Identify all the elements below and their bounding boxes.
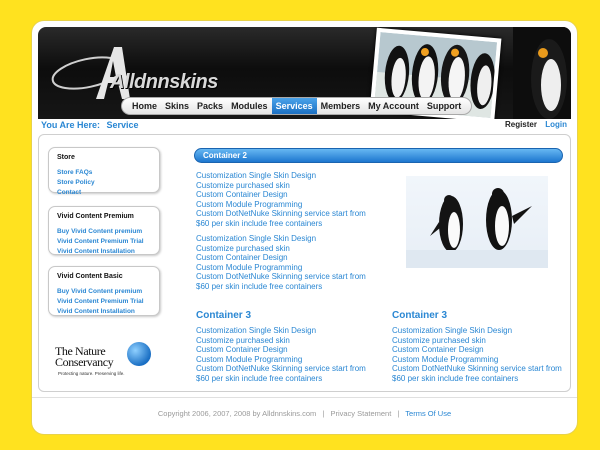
login-link[interactable]: Login — [545, 120, 567, 129]
sidebar-basic-box: Vivid Content Basic Buy Vivid Content pr… — [48, 266, 160, 316]
penguins-image — [406, 176, 548, 268]
container3-right-title: Container 3 — [392, 310, 448, 321]
user-links: Register Login — [505, 120, 567, 129]
breadcrumb: You Are Here: Service — [41, 120, 139, 130]
list-item[interactable]: Custom Container Design — [196, 253, 366, 263]
list-item[interactable]: Customization Single Skin Design — [392, 326, 562, 336]
nature-logo-text: The Nature Conservancy — [55, 344, 114, 369]
site-footer: Copyright 2006, 2007, 2008 by Alldnnskin… — [157, 409, 452, 418]
list-item[interactable]: Custom Module Programming — [196, 263, 366, 273]
list-item[interactable]: Custom DotNetNuke Skinning service start… — [196, 209, 366, 219]
breadcrumb-current[interactable]: Service — [107, 120, 139, 130]
footer-divider — [32, 397, 577, 398]
nature-tagline: Protecting nature. Preserving life. — [58, 371, 125, 376]
sidebar-link-installation[interactable]: Vivid Content Installation — [57, 247, 151, 257]
nav-support[interactable]: Support — [423, 98, 466, 114]
globe-icon — [127, 342, 151, 366]
nav-services[interactable]: Services — [271, 98, 317, 114]
sidebar-link-buy-premium-basic[interactable]: Buy Vivid Content premium — [57, 287, 151, 297]
list-item[interactable]: Customization Single Skin Design — [196, 234, 366, 244]
main-nav: Home Skins Packs Modules Services Member… — [121, 97, 473, 115]
sidebar-store-title: Store — [57, 154, 75, 161]
nav-home[interactable]: Home — [128, 98, 161, 114]
sidebar-link-installation-basic[interactable]: Vivid Content Installation — [57, 307, 151, 317]
list-item[interactable]: Customize purchased skin — [392, 336, 562, 346]
list-item[interactable]: Customization Single Skin Design — [196, 326, 366, 336]
nav-skins[interactable]: Skins — [161, 98, 193, 114]
sidebar-link-contact[interactable]: Contact — [57, 188, 151, 198]
services-list-4: Customization Single Skin Design Customi… — [392, 326, 562, 384]
sidebar-store-box: Store Store FAQs Store Policy Contact — [48, 147, 160, 196]
sidebar-premium-title: Vivid Content Premium — [57, 213, 134, 220]
logo-text: Alldnnskins — [110, 71, 218, 93]
footer-copyright: Copyright 2006, 2007, 2008 by Alldnnskin… — [157, 409, 317, 418]
footer-terms-link[interactable]: Terms Of Use — [405, 409, 451, 418]
list-item[interactable]: Customization Single Skin Design — [196, 171, 366, 181]
list-item[interactable]: Custom Module Programming — [196, 355, 366, 365]
list-item[interactable]: Custom DotNetNuke Skinning service start… — [196, 364, 366, 374]
list-item[interactable]: Custom Container Design — [196, 190, 366, 200]
list-item[interactable]: Custom Container Design — [196, 345, 366, 355]
container3-left-title: Container 3 — [196, 310, 252, 321]
services-list-3: Customization Single Skin Design Customi… — [196, 326, 366, 384]
container2-title: Container 2 — [203, 151, 248, 160]
page-frame: Alldnnskins Home Skins Packs Modules Ser… — [32, 21, 577, 434]
container2-header: Container 2 — [194, 148, 563, 163]
services-list-1: Customization Single Skin Design Customi… — [196, 171, 366, 229]
nav-members[interactable]: Members — [317, 98, 365, 114]
list-item[interactable]: Custom Container Design — [392, 345, 562, 355]
list-item[interactable]: $60 per skin include free containers — [196, 219, 366, 229]
list-item[interactable]: Custom Module Programming — [392, 355, 562, 365]
nav-packs[interactable]: Packs — [193, 98, 227, 114]
list-item[interactable]: $60 per skin include free containers — [392, 374, 562, 384]
register-link[interactable]: Register — [505, 120, 537, 129]
sidebar-premium-box: Vivid Content Premium Buy Vivid Content … — [48, 206, 160, 255]
sidebar-link-premium-trial-basic[interactable]: Vivid Content Premium Trial — [57, 297, 151, 307]
nature-conservancy-logo[interactable]: The Nature Conservancy Protecting nature… — [55, 341, 155, 385]
list-item[interactable]: Custom DotNetNuke Skinning service start… — [392, 364, 562, 374]
list-item[interactable]: Custom Module Programming — [196, 200, 366, 210]
nav-modules[interactable]: Modules — [227, 98, 272, 114]
sidebar-basic-title: Vivid Content Basic — [57, 273, 123, 280]
list-item[interactable]: Customize purchased skin — [196, 181, 366, 191]
footer-privacy-link[interactable]: Privacy Statement — [330, 409, 391, 418]
nav-my-account[interactable]: My Account — [364, 98, 423, 114]
list-item[interactable]: $60 per skin include free containers — [196, 282, 366, 292]
sidebar-link-store-faqs[interactable]: Store FAQs — [57, 168, 151, 178]
sidebar-link-buy-premium[interactable]: Buy Vivid Content premium — [57, 227, 151, 237]
services-list-2: Customization Single Skin Design Customi… — [196, 234, 366, 292]
list-item[interactable]: Customize purchased skin — [196, 336, 366, 346]
sidebar-link-store-policy[interactable]: Store Policy — [57, 178, 151, 188]
list-item[interactable]: Customize purchased skin — [196, 244, 366, 254]
breadcrumb-label: You Are Here: — [41, 120, 101, 130]
header-penguin-edge — [513, 27, 571, 119]
list-item[interactable]: $60 per skin include free containers — [196, 374, 366, 384]
list-item[interactable]: Custom DotNetNuke Skinning service start… — [196, 272, 366, 282]
sidebar-link-premium-trial[interactable]: Vivid Content Premium Trial — [57, 237, 151, 247]
